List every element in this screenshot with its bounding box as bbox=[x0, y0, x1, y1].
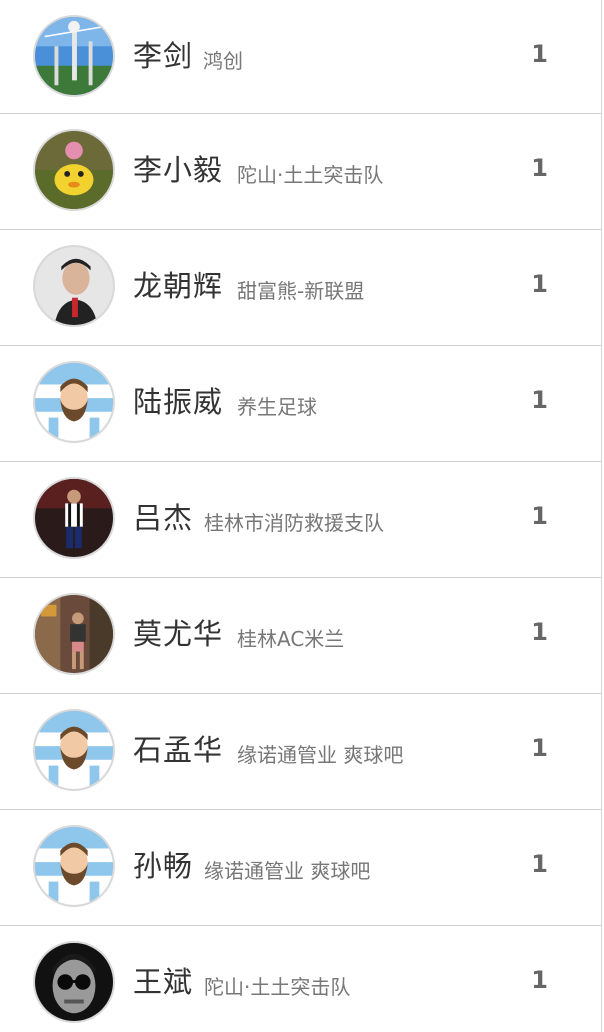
avatar bbox=[33, 477, 115, 559]
player-team: 缘诺通管业 爽球吧 bbox=[237, 743, 404, 767]
goal-count: 1 bbox=[531, 154, 548, 182]
player-name: 莫尤华 bbox=[133, 617, 224, 651]
player-name: 李剑 bbox=[133, 39, 194, 73]
player-team: 缘诺通管业 爽球吧 bbox=[204, 859, 371, 883]
player-team: 甜富熊-新联盟 bbox=[237, 279, 365, 303]
player-row[interactable]: 李小毅 陀山·土土突击队 1 bbox=[0, 114, 602, 230]
goal-count: 1 bbox=[531, 618, 548, 646]
goal-count: 1 bbox=[531, 966, 548, 994]
avatar bbox=[33, 941, 115, 1023]
player-row[interactable]: 龙朝辉 甜富熊-新联盟 1 bbox=[0, 230, 602, 346]
child-duck-toy-photo-icon bbox=[35, 131, 113, 209]
player-ranking-list: 李剑 鸿创 1 李小毅 陀山·土土突击队 1 龙朝辉 甜富熊-新联盟 1 陆振威… bbox=[0, 0, 604, 1032]
player-row[interactable]: 石孟华 缘诺通管业 爽球吧 1 bbox=[0, 694, 602, 810]
sunglasses-portrait-icon bbox=[35, 943, 113, 1021]
goal-count: 1 bbox=[531, 386, 548, 414]
player-team: 陀山·土土突击队 bbox=[237, 163, 384, 187]
street-photo-icon bbox=[35, 595, 113, 673]
player-name: 陆振威 bbox=[133, 385, 224, 419]
player-row[interactable]: 李剑 鸿创 1 bbox=[0, 0, 602, 114]
player-name: 吕杰 bbox=[133, 501, 194, 535]
soccer-player-photo-icon bbox=[35, 479, 113, 557]
player-team: 养生足球 bbox=[237, 395, 317, 419]
avatar bbox=[33, 709, 115, 791]
player-team: 桂林市消防救援支队 bbox=[204, 511, 384, 535]
man-portrait-photo-icon bbox=[35, 247, 113, 325]
avatar bbox=[33, 593, 115, 675]
bearded-cartoon-avatar-icon bbox=[35, 711, 113, 789]
goal-count: 1 bbox=[531, 850, 548, 878]
bearded-cartoon-avatar-icon bbox=[35, 363, 113, 441]
player-row[interactable]: 莫尤华 桂林AC米兰 1 bbox=[0, 578, 602, 694]
goal-count: 1 bbox=[531, 734, 548, 762]
player-name: 王斌 bbox=[133, 965, 194, 999]
goal-count: 1 bbox=[531, 40, 548, 68]
avatar bbox=[33, 245, 115, 327]
player-row[interactable]: 王斌 陀山·土土突击队 1 bbox=[0, 926, 602, 1032]
player-team: 桂林AC米兰 bbox=[237, 627, 345, 651]
player-team: 鸿创 bbox=[203, 49, 243, 73]
player-team: 陀山·土土突击队 bbox=[204, 975, 351, 999]
player-name: 石孟华 bbox=[133, 733, 224, 767]
goal-count: 1 bbox=[531, 502, 548, 530]
landscape-photo-icon bbox=[35, 17, 113, 95]
player-name: 龙朝辉 bbox=[133, 269, 224, 303]
player-row[interactable]: 陆振威 养生足球 1 bbox=[0, 346, 602, 462]
goal-count: 1 bbox=[531, 270, 548, 298]
player-row[interactable]: 吕杰 桂林市消防救援支队 1 bbox=[0, 462, 602, 578]
player-name: 李小毅 bbox=[133, 153, 224, 187]
avatar bbox=[33, 15, 115, 97]
avatar bbox=[33, 825, 115, 907]
avatar bbox=[33, 129, 115, 211]
player-row[interactable]: 孙畅 缘诺通管业 爽球吧 1 bbox=[0, 810, 602, 926]
player-name: 孙畅 bbox=[133, 849, 194, 883]
bearded-cartoon-avatar-icon bbox=[35, 827, 113, 905]
avatar bbox=[33, 361, 115, 443]
